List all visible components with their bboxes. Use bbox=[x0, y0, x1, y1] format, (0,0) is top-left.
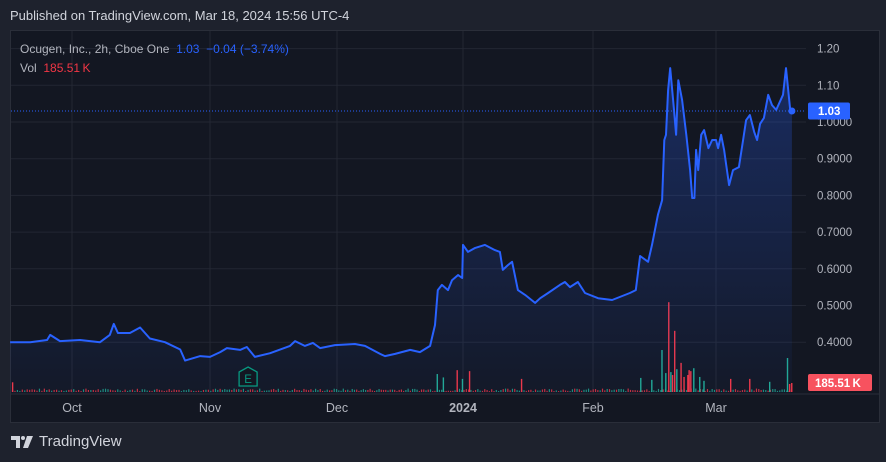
earnings-marker[interactable]: E bbox=[238, 366, 258, 387]
volume-value: 185.51 K bbox=[43, 61, 91, 75]
legend-volume-row: Vol 185.51 K bbox=[20, 59, 289, 78]
price-badge-label: 1.03 bbox=[818, 106, 840, 118]
price-axis-tick: 0.4000 bbox=[817, 337, 852, 349]
price-axis-tick: 0.7000 bbox=[817, 227, 852, 239]
price-axis-tick: 0.6000 bbox=[817, 264, 852, 276]
tradingview-logo[interactable]: TradingView bbox=[11, 433, 122, 450]
price-axis-tick: 1.20 bbox=[817, 44, 839, 56]
time-axis-tick: Dec bbox=[326, 401, 348, 415]
time-axis-tick: Mar bbox=[705, 401, 727, 415]
price-axis-tick: 0.5000 bbox=[817, 301, 852, 313]
time-axis-tick: Feb bbox=[582, 401, 604, 415]
price-change: −0.04 (−3.74%) bbox=[206, 42, 289, 56]
time-axis-tick: 2024 bbox=[449, 401, 477, 415]
earnings-label: E bbox=[244, 374, 252, 386]
time-axis-tick: Nov bbox=[199, 401, 222, 415]
price-axis-tick: 1.10 bbox=[817, 80, 839, 92]
time-axis-tick: Oct bbox=[62, 401, 82, 415]
symbol-title[interactable]: Ocugen, Inc., 2h, Cboe One bbox=[20, 42, 169, 56]
price-badge: 1.03 bbox=[808, 102, 850, 120]
price-axis-tick: 0.8000 bbox=[817, 190, 852, 202]
volume-badge-label: 185.51 K bbox=[815, 378, 861, 390]
volume-badge: 185.51 K bbox=[808, 374, 872, 391]
price-axis-tick: 0.9000 bbox=[817, 154, 852, 166]
tradingview-logo-icon bbox=[11, 435, 33, 448]
last-price: 1.03 bbox=[176, 42, 200, 56]
last-price-dot bbox=[788, 107, 796, 115]
tradingview-logo-text: TradingView bbox=[39, 433, 122, 450]
legend-symbol-row: Ocugen, Inc., 2h, Cboe One 1.03 −0.04 (−… bbox=[20, 40, 289, 59]
chart-legend: Ocugen, Inc., 2h, Cboe One 1.03 −0.04 (−… bbox=[20, 40, 289, 78]
volume-label: Vol bbox=[20, 61, 37, 75]
